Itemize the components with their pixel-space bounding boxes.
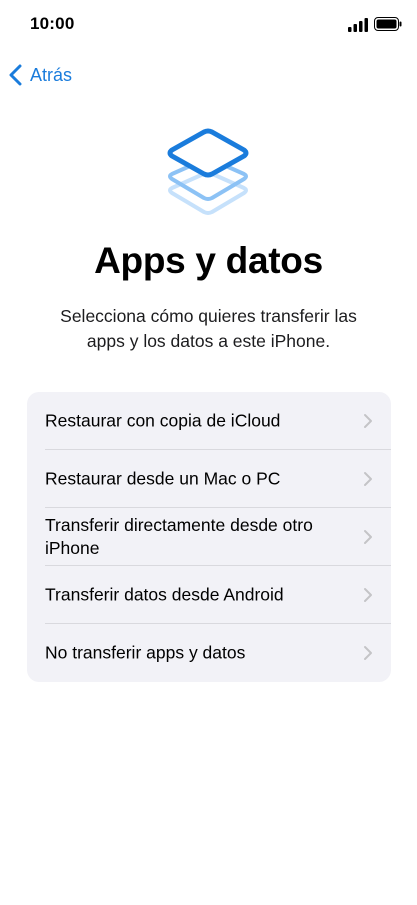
chevron-right-icon: [364, 588, 372, 602]
chevron-right-icon: [364, 414, 372, 428]
battery-icon: [374, 17, 402, 31]
option-transfer-android[interactable]: Transferir datos desde Android: [27, 566, 391, 624]
status-time: 10:00: [30, 14, 75, 33]
chevron-right-icon: [364, 646, 372, 660]
option-restore-mac-pc[interactable]: Restaurar desde un Mac o PC: [27, 450, 391, 508]
chevron-left-icon: [9, 64, 22, 86]
option-label: Transferir datos desde Android: [45, 584, 284, 605]
status-bar: 10:00: [0, 0, 417, 50]
options-list: Restaurar con copia de iCloud Restaurar …: [27, 392, 391, 682]
page-title: Apps y datos: [94, 240, 323, 281]
option-label: Transferir directamente desde otro iPhon…: [45, 515, 313, 558]
option-restore-icloud[interactable]: Restaurar con copia de iCloud: [27, 392, 391, 450]
signal-icon: [348, 18, 368, 32]
option-label: Restaurar desde un Mac o PC: [45, 468, 281, 489]
back-button[interactable]: Atrás: [8, 60, 72, 90]
option-transfer-iphone[interactable]: Transferir directamente desde otro iPhon…: [27, 508, 391, 566]
page-subtitle: Selecciona cómo quieres transferir las a…: [60, 306, 357, 351]
option-no-transfer[interactable]: No transferir apps y datos: [27, 624, 391, 682]
option-label: Restaurar con copia de iCloud: [45, 410, 281, 431]
screen: 10:00 Atrás Apps y datos Selecciona cómo…: [0, 0, 417, 905]
back-label: Atrás: [30, 64, 73, 85]
chevron-right-icon: [364, 530, 372, 544]
option-label: No transferir apps y datos: [45, 642, 246, 663]
stacked-layers-icon: [167, 128, 249, 215]
chevron-right-icon: [364, 472, 372, 486]
